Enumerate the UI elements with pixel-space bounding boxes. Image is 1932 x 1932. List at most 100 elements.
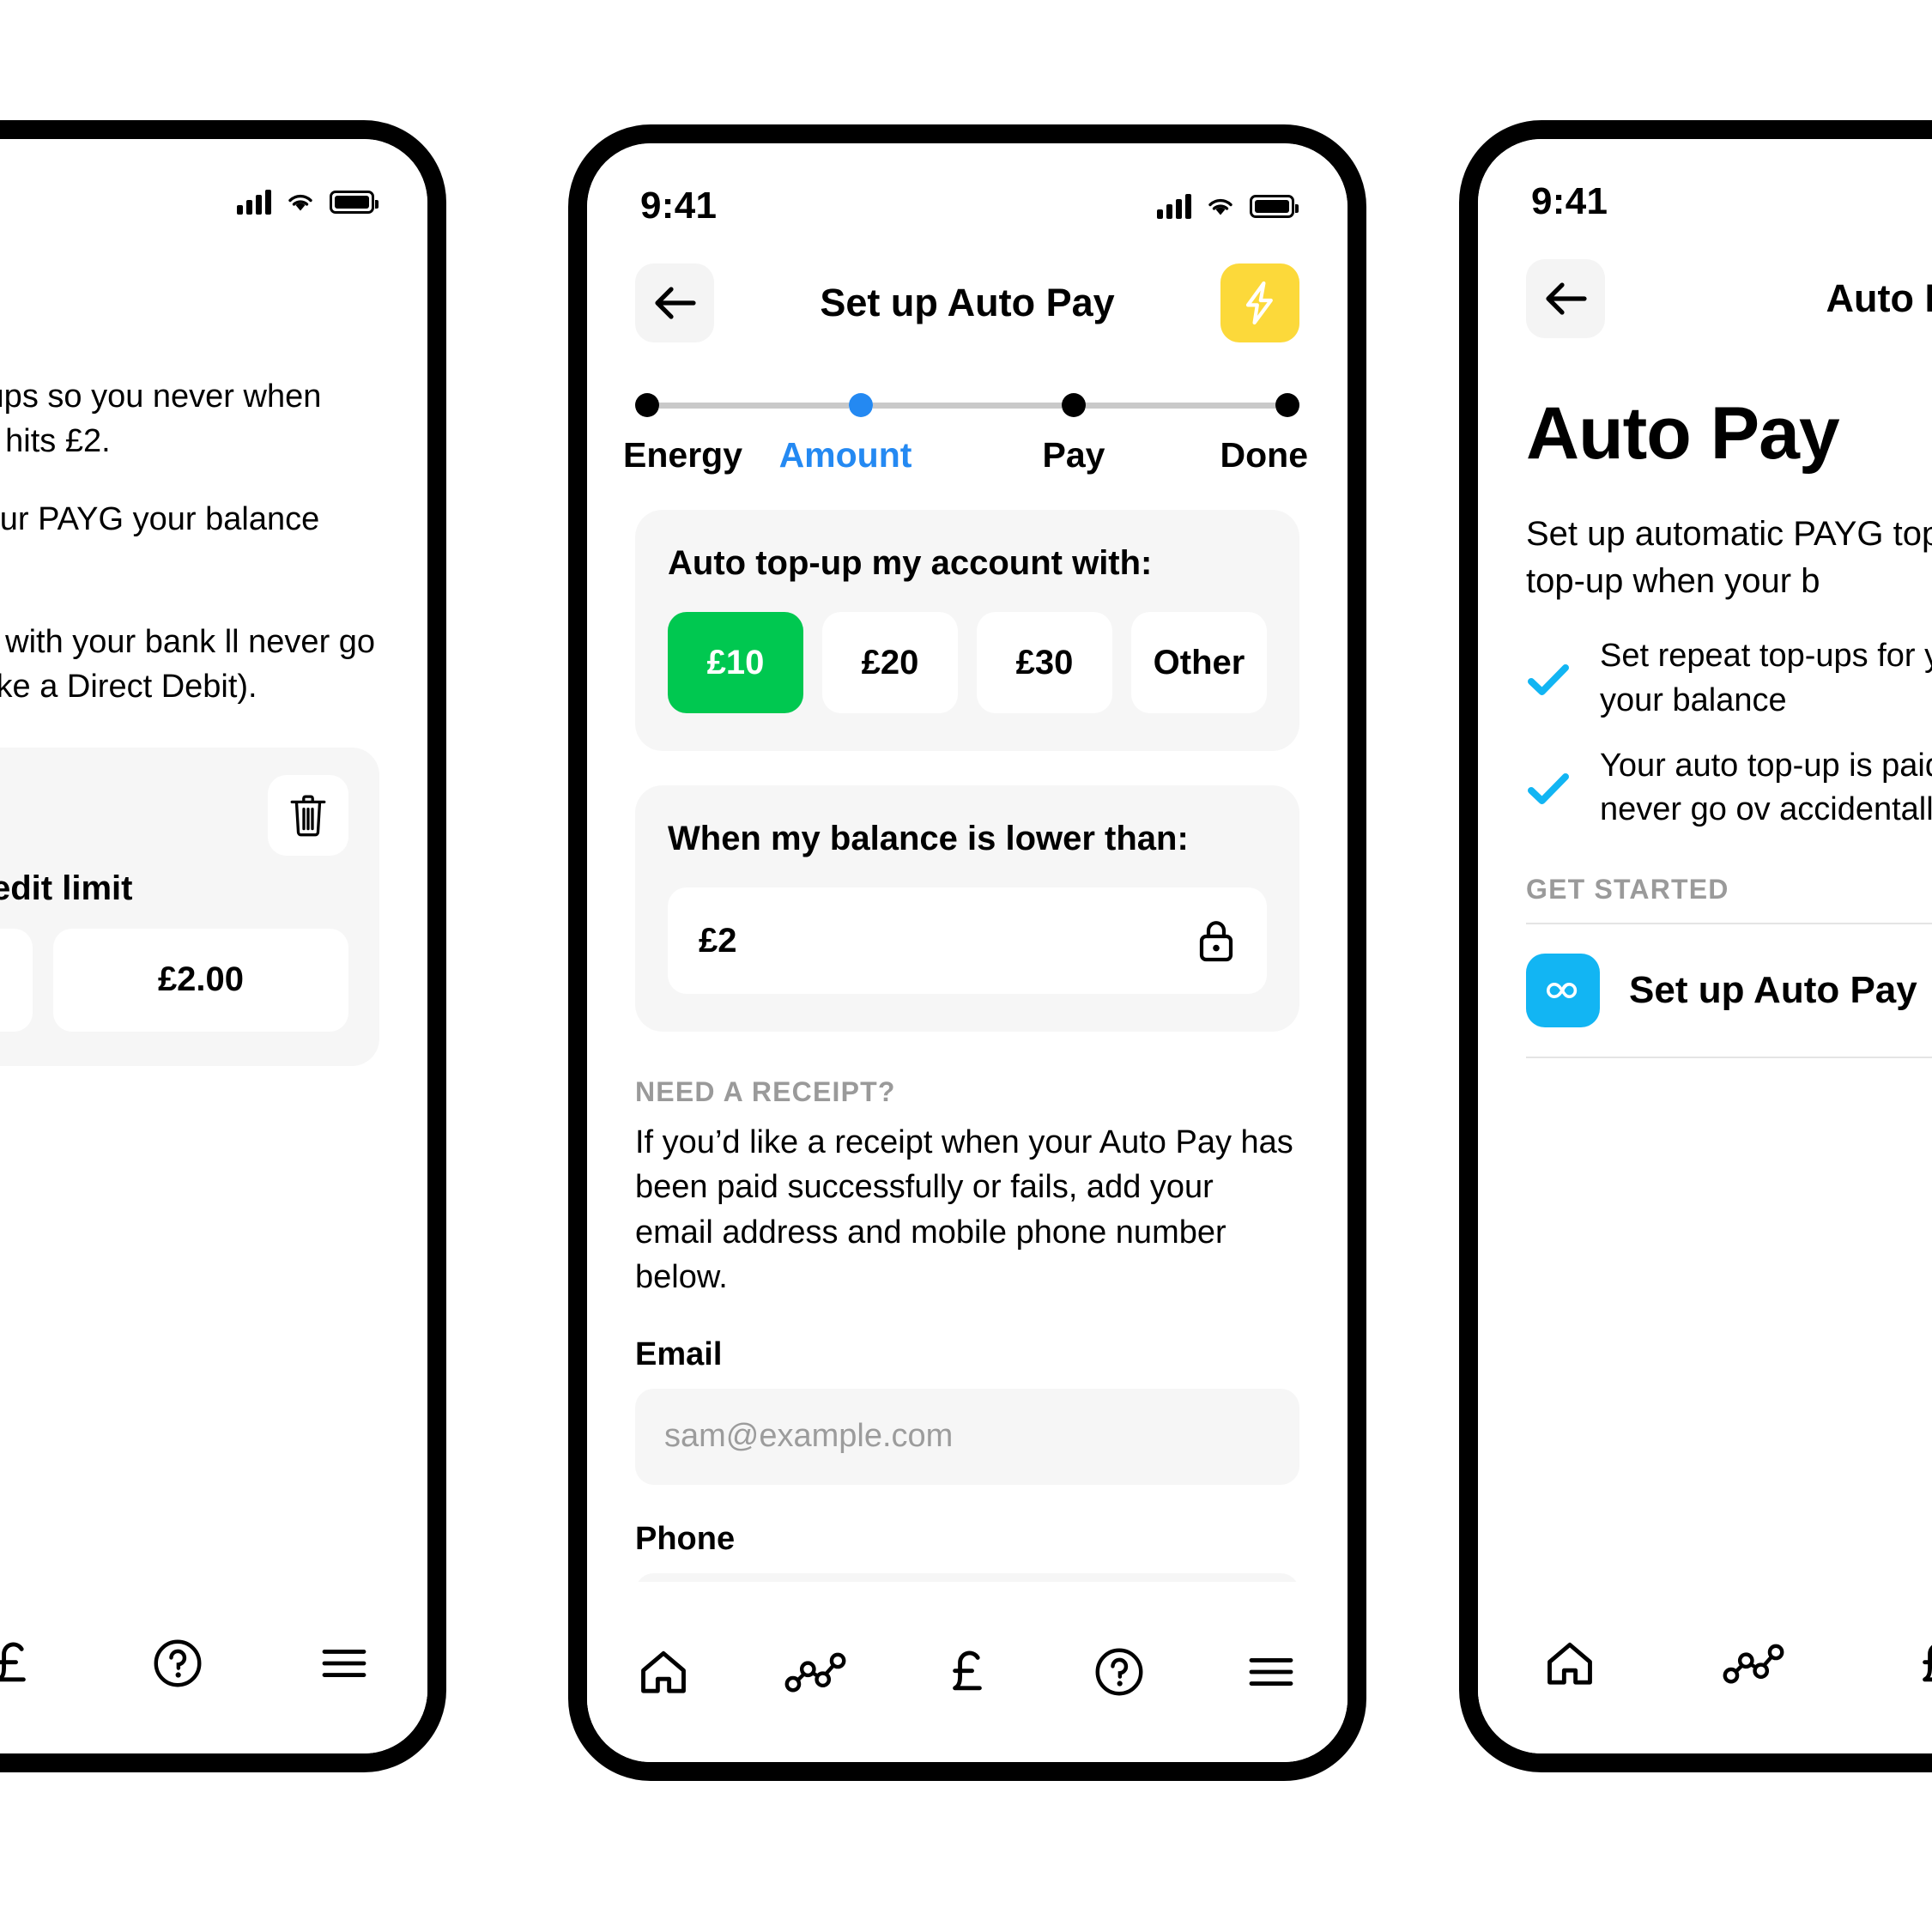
stepper-track (635, 391, 1300, 420)
step-dot-done[interactable] (1275, 393, 1300, 417)
usage-graph-icon (1723, 1644, 1784, 1684)
question-circle-icon (154, 1639, 202, 1687)
boost-button[interactable] (1220, 263, 1299, 342)
email-input[interactable]: sam@example.com (635, 1388, 1299, 1485)
tab-help[interactable] (94, 1637, 261, 1690)
lightning-bolt-icon (1245, 281, 1273, 325)
hamburger-icon (1250, 1658, 1293, 1686)
credit-limit-label: Credit limit (0, 869, 133, 907)
list-item: Your auto top-up is paid card, so you’ll… (1526, 744, 1932, 833)
credit-limit-card: Credit limit £2.00 (0, 747, 379, 1066)
nav-bar-right: Auto Pay (1478, 233, 1932, 345)
trash-icon (290, 795, 326, 837)
question-circle-icon (1095, 1648, 1143, 1696)
tab-home[interactable] (1478, 1638, 1662, 1688)
left-paragraph-1: c PAYG top-ups so you never when your ba… (0, 379, 322, 460)
home-icon (1547, 1642, 1592, 1685)
back-button[interactable] (1526, 259, 1605, 338)
phone-left: Auto Pay c PAYG top-ups so you never whe… (0, 120, 446, 1772)
list-item-label: Set up Auto Pay (1629, 969, 1917, 1012)
pound-icon (1923, 1644, 1932, 1682)
list-item-label: Set repeat top-ups for yo meter when you… (1600, 638, 1932, 719)
tab-help[interactable] (1044, 1645, 1196, 1699)
infinity-icon (1526, 954, 1600, 1028)
phone-middle: 9:41 Set up Auto Pay Energy Amount Pay D… (568, 124, 1366, 1781)
pound-icon (953, 1650, 982, 1691)
stepper-line-2 (872, 402, 1063, 409)
list-item: Set repeat top-ups for yo meter when you… (1526, 634, 1932, 723)
credit-limit-field-1[interactable] (0, 928, 33, 1032)
battery-icon (1250, 194, 1299, 218)
back-button[interactable] (635, 263, 714, 342)
status-icons (237, 189, 379, 215)
left-paragraph-2: op-ups for your PAYG your balance reache… (0, 500, 320, 537)
home-icon (640, 1650, 686, 1693)
benefits-list: Set repeat top-ups for yo meter when you… (1526, 634, 1932, 833)
credit-limit-field-2[interactable]: £2.00 (53, 928, 348, 1032)
signal-bars-icon (237, 189, 271, 215)
hamburger-icon (322, 1650, 366, 1677)
receipt-section: NEED A RECEIPT? If you’d like a receipt … (587, 1076, 1348, 1669)
receipt-body: If you’d like a receipt when your Auto P… (635, 1124, 1293, 1296)
step-dot-pay[interactable] (1062, 393, 1087, 417)
right-content: Auto Pay Set up automatic PAYG top-u for… (1478, 391, 1932, 1059)
left-paragraph-3: op-up is paid with your bank ll never go… (0, 623, 376, 706)
tab-usage[interactable] (739, 1650, 891, 1693)
arrow-left-icon (1546, 282, 1587, 315)
tab-home[interactable] (587, 1647, 739, 1697)
step-label-energy: Energy (623, 435, 742, 475)
get-started-eyebrow: GET STARTED (1526, 874, 1729, 905)
threshold-value-field: £2 (668, 887, 1267, 994)
tab-payments[interactable] (891, 1645, 1043, 1699)
status-bar-right: 9:41 (1478, 139, 1932, 233)
threshold-card: When my balance is lower than: £2 (635, 785, 1299, 1032)
receipt-eyebrow: NEED A RECEIPT? (635, 1076, 896, 1107)
step-label-done: Done (1220, 435, 1309, 475)
tab-menu[interactable] (261, 1644, 427, 1683)
tab-bar-left (0, 1573, 427, 1753)
page-title-left: Auto Pay (0, 276, 427, 321)
battery-icon (330, 190, 379, 214)
phone-label: Phone (635, 1520, 736, 1557)
tab-payments[interactable] (1845, 1637, 1932, 1690)
phone-right: 9:41 Auto Pay Auto Pay Set up automatic … (1459, 120, 1932, 1772)
tab-usage[interactable] (1662, 1642, 1845, 1685)
status-bar-middle: 9:41 (587, 143, 1348, 238)
status-time: 9:41 (640, 185, 718, 227)
amount-option-other[interactable]: Other (1131, 612, 1267, 713)
stepper-line-3 (1086, 402, 1276, 409)
phone-middle-screen: 9:41 Set up Auto Pay Energy Amount Pay D… (587, 143, 1348, 1762)
check-icon (1526, 771, 1571, 805)
list-item-setup-auto-pay[interactable]: Set up Auto Pay (1526, 924, 1932, 1059)
tab-menu[interactable] (1196, 1652, 1348, 1692)
lock-icon (1199, 921, 1233, 962)
amount-option-30[interactable]: £30 (977, 612, 1112, 713)
step-label-amount: Amount (778, 435, 912, 475)
left-content: c PAYG top-ups so you never when your ba… (0, 374, 427, 1066)
threshold-card-title: When my balance is lower than: (668, 820, 1189, 857)
amount-card-title: Auto top-up my account with: (668, 544, 1153, 582)
status-bar-left (0, 139, 427, 233)
stepper-line-1 (659, 402, 849, 409)
status-icons (1157, 193, 1299, 219)
check-icon (1526, 662, 1571, 696)
step-label-pay: Pay (1042, 435, 1105, 475)
progress-stepper: Energy Amount Pay Done (587, 349, 1348, 475)
amount-option-20[interactable]: £20 (822, 612, 958, 713)
tab-payments[interactable] (0, 1637, 94, 1690)
delete-button[interactable] (268, 774, 348, 856)
page-heading: Auto Pay (1526, 392, 1840, 475)
intro-copy: Set up automatic PAYG top-u forget to to… (1526, 515, 1932, 601)
signal-bars-icon (1157, 193, 1191, 219)
nav-bar-left: Auto Pay (0, 233, 427, 345)
amount-option-10[interactable]: £10 (668, 612, 803, 713)
step-dot-energy[interactable] (635, 393, 659, 417)
step-dot-amount[interactable] (848, 393, 873, 417)
wifi-icon (288, 194, 312, 211)
amount-options: £10 £20 £30 Other (668, 612, 1267, 713)
pound-icon (0, 1642, 26, 1682)
email-label: Email (635, 1335, 723, 1372)
arrow-left-icon (655, 287, 696, 319)
tab-bar-middle (587, 1582, 1348, 1762)
phone-left-screen: Auto Pay c PAYG top-ups so you never whe… (0, 139, 427, 1753)
